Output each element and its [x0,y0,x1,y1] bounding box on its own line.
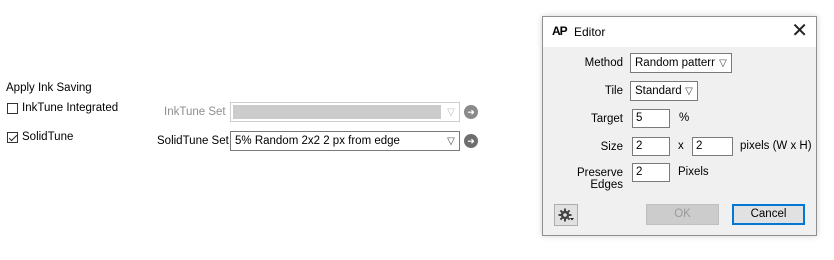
editor-title: Editor [574,25,606,39]
size-unit: pixels (W x H) [740,140,812,152]
inktune-checkbox-label: InkTune Integrated [22,102,119,114]
target-input[interactable]: 5 [632,109,670,128]
target-label: Target [591,113,623,125]
inktune-set-value [233,105,441,119]
solidtune-checkbox[interactable] [7,132,18,143]
chevron-down-icon: ▽ [447,135,455,147]
preserve-edges-input[interactable]: 2 [632,163,670,182]
preserve-edges-label: Preserve Edges [576,167,623,191]
close-icon[interactable]: ✕ [791,20,808,42]
chevron-down-icon: ▽ [719,57,727,69]
chevron-down-icon: ▽ [447,106,455,118]
gear-icon [558,208,574,222]
editor-dialog: AP Editor ✕ Method Random pattern ▽ Tile… [542,16,817,236]
solidtune-set-label: SolidTune Set [157,135,229,147]
method-value: Random pattern [635,57,715,69]
ok-button[interactable]: OK [646,204,719,225]
inktune-go-arrow-icon: ➜ [464,105,478,119]
inktune-set-label: InkTune Set [164,106,226,118]
solidtune-go-arrow-icon[interactable]: ➜ [464,134,478,148]
tile-label: Tile [604,85,623,97]
cancel-button[interactable]: Cancel [732,204,805,225]
solidtune-set-value: 5% Random 2x2 2 px from edge [235,135,400,147]
size-width-input[interactable]: 2 [632,137,670,156]
method-label: Method [584,57,623,69]
tile-select[interactable]: Standard ▽ [630,81,698,101]
size-height-input[interactable]: 2 [692,137,733,156]
settings-button[interactable] [554,204,578,226]
apply-ink-saving-label: Apply Ink Saving [6,82,92,94]
solidtune-set-select[interactable]: 5% Random 2x2 2 px from edge ▽ [230,131,460,151]
size-separator: x [678,140,684,152]
method-select[interactable]: Random pattern ▽ [630,53,732,73]
inktune-set-select: ▽ [230,102,460,122]
inktune-checkbox[interactable] [7,103,18,114]
target-unit: % [679,112,690,124]
preserve-edges-unit: Pixels [678,166,709,178]
editor-titlebar: AP Editor ✕ [543,17,816,47]
app-logo-icon: AP [552,24,568,38]
tile-value: Standard [635,85,681,97]
solidtune-checkbox-label: SolidTune [22,131,74,143]
size-label: Size [600,141,623,153]
chevron-down-icon: ▽ [685,85,693,97]
